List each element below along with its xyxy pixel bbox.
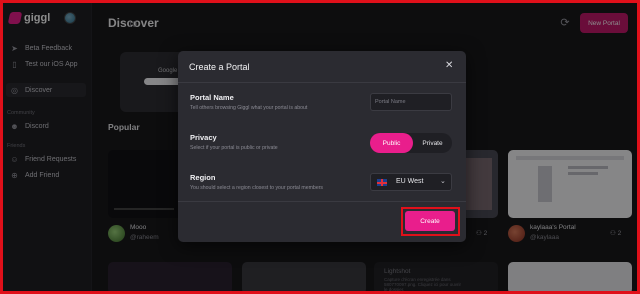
chevron-down-icon: ⌄ [440,178,446,185]
privacy-label: Privacy [190,133,217,142]
modal-title: Create a Portal [189,62,250,72]
region-label: Region [190,173,216,182]
region-value: EU West [396,178,424,185]
privacy-description: Select if your portal is public or priva… [190,145,278,151]
region-select[interactable]: EU West ⌄ [370,173,452,191]
privacy-toggle: Public Private [370,133,452,153]
modal-header: Create a Portal ✕ [178,51,466,83]
region-description: You should select a region closest to yo… [190,185,324,191]
portal-name-description: Tell others browsing Giggl what your por… [190,105,308,111]
modal-divider [178,201,466,202]
uk-flag-icon [377,179,387,186]
private-option[interactable]: Private [413,133,452,153]
close-icon[interactable]: ✕ [445,60,453,71]
create-button-highlight [401,207,460,236]
portal-name-label: Portal Name [190,93,234,102]
public-option[interactable]: Public [370,133,413,153]
portal-name-input[interactable] [370,93,452,111]
